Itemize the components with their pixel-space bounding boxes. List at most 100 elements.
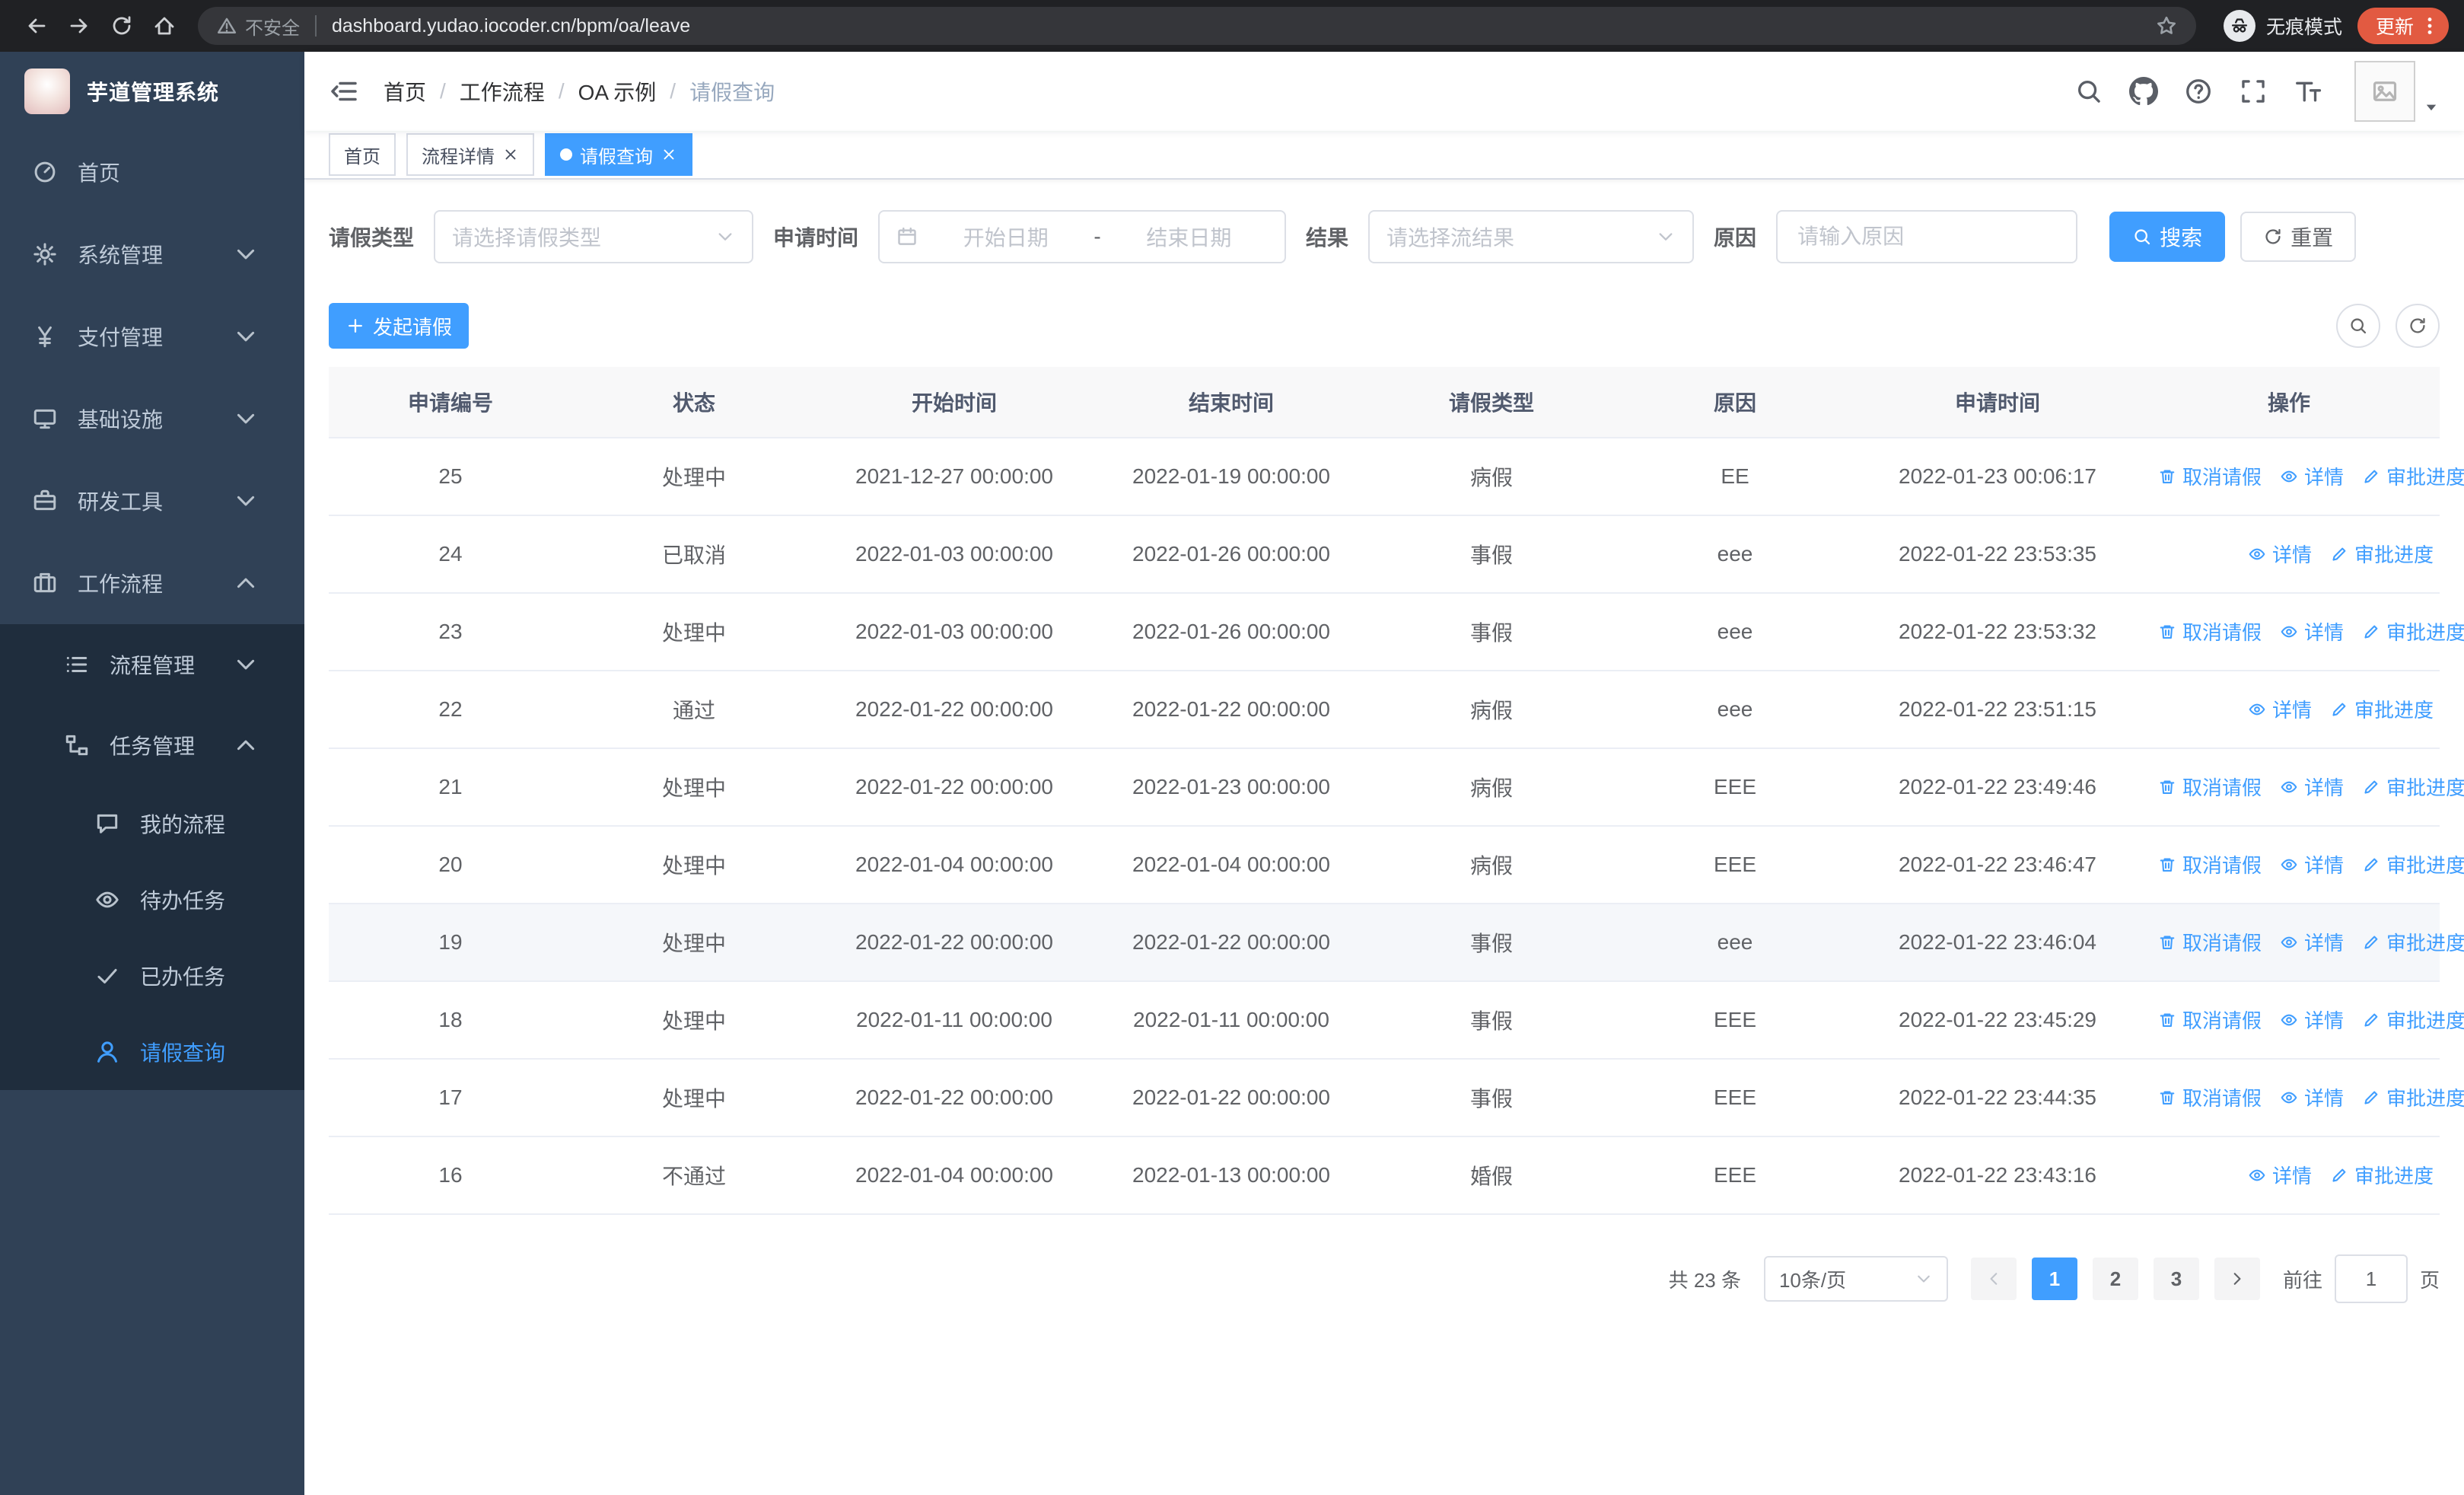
action-cancel-link[interactable]: 取消请假 xyxy=(2158,928,2262,956)
action-detail-link[interactable]: 详情 xyxy=(2280,1006,2344,1034)
sidebar-item-workflow[interactable]: 工作流程 xyxy=(0,542,304,624)
action-progress-link[interactable]: 审批进度 xyxy=(2362,928,2464,956)
action-cancel-link[interactable]: 取消请假 xyxy=(2158,1083,2262,1111)
help-icon[interactable] xyxy=(2184,77,2213,106)
browser-back-button[interactable] xyxy=(15,5,58,47)
table-row[interactable]: 23 处理中 2022-01-03 00:00:00 2022-01-26 00:00… xyxy=(329,593,2464,671)
next-page-button[interactable] xyxy=(2214,1258,2260,1300)
sidebar-item-devtools[interactable]: 研发工具 xyxy=(0,460,304,542)
table-row[interactable]: 18 处理中 2022-01-11 00:00:00 2022-01-11 00:00… xyxy=(329,981,2464,1060)
search-button[interactable]: 搜索 xyxy=(2109,212,2226,262)
action-progress-link[interactable]: 审批进度 xyxy=(2362,462,2464,490)
close-icon[interactable] xyxy=(502,146,519,163)
leave-type-select[interactable]: 请选择请假类型 xyxy=(434,210,754,263)
action-progress-link[interactable]: 审批进度 xyxy=(2330,1161,2434,1189)
page-button-3[interactable]: 3 xyxy=(2153,1258,2199,1300)
breadcrumb-item[interactable]: OA 示例 xyxy=(578,76,657,107)
action-detail-link[interactable]: 详情 xyxy=(2280,617,2344,645)
table-row[interactable]: 19 处理中 2022-01-22 00:00:00 2022-01-22 00:00… xyxy=(329,904,2464,982)
browser-forward-button[interactable] xyxy=(58,5,100,47)
app-logo[interactable]: 芋道管理系统 xyxy=(0,52,304,131)
page-button-2[interactable]: 2 xyxy=(2092,1258,2138,1300)
action-progress-link[interactable]: 审批进度 xyxy=(2330,540,2434,568)
tab-leave-query[interactable]: 请假查询 xyxy=(545,133,692,176)
font-size-icon[interactable] xyxy=(2294,77,2322,106)
github-icon[interactable] xyxy=(2129,77,2158,106)
sidebar-item-process-management[interactable]: 流程管理 xyxy=(0,624,304,705)
sidebar-item-todo-tasks[interactable]: 待办任务 xyxy=(0,862,304,938)
address-bar[interactable]: 不安全 dashboard.yudao.iocoder.cn/bpm/oa/le… xyxy=(198,7,2196,45)
action-cancel-link[interactable]: 取消请假 xyxy=(2158,1006,2262,1034)
security-indicator[interactable]: 不安全 xyxy=(216,13,300,40)
sidebar-item-done-tasks[interactable]: 已办任务 xyxy=(0,938,304,1014)
sidebar-item-infrastructure[interactable]: 基础设施 xyxy=(0,378,304,460)
sidebar-collapse-icon[interactable] xyxy=(329,76,359,107)
action-detail-link[interactable]: 详情 xyxy=(2280,928,2344,956)
action-progress-link[interactable]: 审批进度 xyxy=(2362,1006,2464,1034)
action-detail-link[interactable]: 详情 xyxy=(2280,1083,2344,1111)
action-progress-link[interactable]: 审批进度 xyxy=(2362,617,2464,645)
action-cancel-link[interactable]: 取消请假 xyxy=(2158,462,2262,490)
prev-page-button[interactable] xyxy=(1970,1258,2017,1300)
action-detail-link[interactable]: 详情 xyxy=(2280,850,2344,878)
action-cancel-link[interactable]: 取消请假 xyxy=(2158,617,2262,645)
sidebar-item-home[interactable]: 首页 xyxy=(0,131,304,213)
fullscreen-icon[interactable] xyxy=(2239,77,2268,106)
search-button-label: 搜索 xyxy=(2160,226,2203,250)
sidebar-item-leave-query[interactable]: 请假查询 xyxy=(0,1014,304,1090)
sidebar-item-system[interactable]: 系统管理 xyxy=(0,213,304,295)
action-detail-link[interactable]: 详情 xyxy=(2280,773,2344,801)
result-select[interactable]: 请选择流结果 xyxy=(1368,210,1695,263)
action-cancel-link[interactable]: 取消请假 xyxy=(2158,773,2262,801)
close-icon[interactable] xyxy=(661,146,677,163)
edit-icon xyxy=(2362,856,2380,874)
create-leave-button[interactable]: 发起请假 xyxy=(329,303,470,349)
sidebar-item-task-management[interactable]: 任务管理 xyxy=(0,705,304,786)
table-row[interactable]: 22 通过 2022-01-22 00:00:00 2022-01-22 00:00:… xyxy=(329,671,2440,749)
start-date-placeholder[interactable]: 开始日期 xyxy=(927,222,1084,252)
action-cancel-link[interactable]: 取消请假 xyxy=(2158,850,2262,878)
chevron-down-icon xyxy=(715,227,735,247)
action-detail-link[interactable]: 详情 xyxy=(2280,462,2344,490)
browser-home-button[interactable] xyxy=(143,5,186,47)
action-detail-link[interactable]: 详情 xyxy=(2248,540,2312,568)
action-detail-link[interactable]: 详情 xyxy=(2248,1161,2312,1189)
reason-input[interactable] xyxy=(1794,223,2060,250)
browser-reload-button[interactable] xyxy=(100,5,143,47)
browser-menu-icon[interactable] xyxy=(2418,14,2441,37)
page-button-1[interactable]: 1 xyxy=(2031,1258,2077,1300)
toggle-search-button[interactable] xyxy=(2336,304,2380,348)
apply-time-range-picker[interactable]: 开始日期 - 结束日期 xyxy=(878,210,1287,263)
page-size-select[interactable]: 10条/页 xyxy=(1763,1256,1948,1302)
url-text[interactable]: dashboard.yudao.iocoder.cn/bpm/oa/leave xyxy=(332,15,2143,37)
bookmark-star-icon[interactable] xyxy=(2155,14,2178,37)
sidebar-item-label: 首页 xyxy=(78,161,121,185)
action-progress-link[interactable]: 审批进度 xyxy=(2330,695,2434,723)
table-row[interactable]: 16 不通过 2022-01-04 00:00:00 2022-01-13 00:00… xyxy=(329,1136,2440,1215)
table-row[interactable]: 20 处理中 2022-01-04 00:00:00 2022-01-04 00:00… xyxy=(329,826,2464,904)
sidebar-item-payment[interactable]: 支付管理 xyxy=(0,295,304,378)
table-row[interactable]: 21 处理中 2022-01-22 00:00:00 2022-01-23 00:00… xyxy=(329,748,2464,827)
breadcrumb-item[interactable]: 工作流程 xyxy=(460,76,545,107)
table-row[interactable]: 25 处理中 2021-12-27 00:00:00 2022-01-19 00:00… xyxy=(329,438,2464,516)
action-progress-link[interactable]: 审批进度 xyxy=(2362,850,2464,878)
search-icon[interactable] xyxy=(2074,77,2103,106)
update-button[interactable]: 更新 xyxy=(2357,8,2449,44)
action-progress-link[interactable]: 审批进度 xyxy=(2362,1083,2464,1111)
reload-icon xyxy=(110,14,134,38)
goto-page-input[interactable] xyxy=(2334,1254,2408,1303)
caret-down-icon[interactable] xyxy=(2423,99,2440,116)
action-detail-link[interactable]: 详情 xyxy=(2248,695,2312,723)
action-progress-link[interactable]: 审批进度 xyxy=(2362,773,2464,801)
reset-button[interactable]: 重置 xyxy=(2240,212,2357,262)
end-date-placeholder[interactable]: 结束日期 xyxy=(1110,222,1268,252)
breadcrumb-item[interactable]: 首页 xyxy=(384,76,426,107)
tab-process-detail[interactable]: 流程详情 xyxy=(406,133,534,176)
refresh-button[interactable] xyxy=(2396,304,2440,348)
table-row[interactable]: 17 处理中 2022-01-22 00:00:00 2022-01-22 00:00… xyxy=(329,1059,2464,1137)
table-row[interactable]: 24 已取消 2022-01-03 00:00:00 2022-01-26 00:00… xyxy=(329,515,2440,594)
user-menu[interactable] xyxy=(2354,61,2440,122)
tab-home[interactable]: 首页 xyxy=(329,133,396,176)
avatar[interactable] xyxy=(2354,61,2415,122)
sidebar-item-my-process[interactable]: 我的流程 xyxy=(0,786,304,862)
